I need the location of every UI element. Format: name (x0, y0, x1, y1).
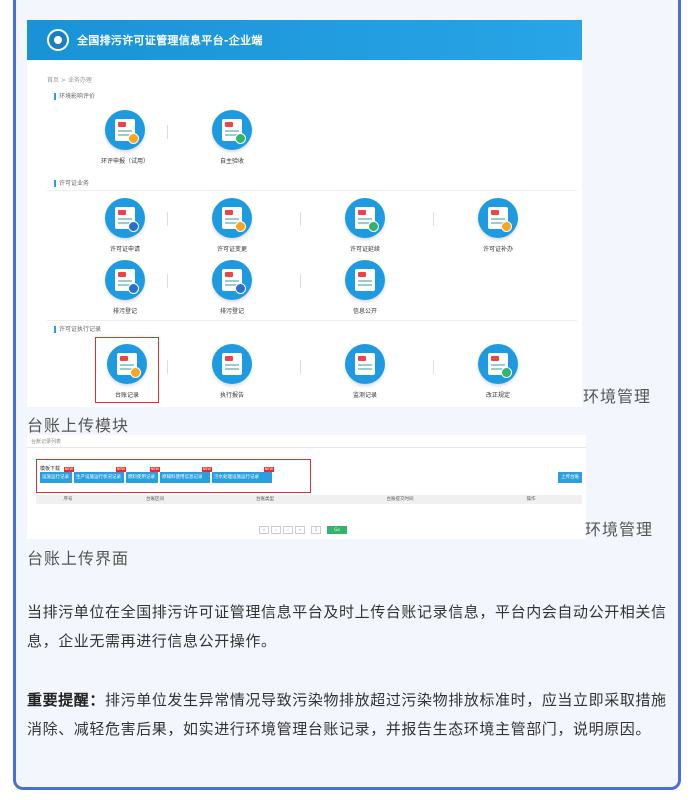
caption2-line1: 环境管理 (585, 520, 654, 539)
next-page-button[interactable]: › (283, 526, 293, 534)
pagination: « ‹ › » 1 Go (259, 526, 347, 534)
tile-eia-declare[interactable]: 环评申报（试用） (80, 110, 170, 165)
section-eia: 环境影响评价 (54, 93, 95, 100)
go-button[interactable]: Go (327, 526, 347, 534)
tile-permit-reissue[interactable]: 许可证补办 (453, 198, 543, 253)
tile-permit-change[interactable]: 许可证变更 (187, 198, 277, 253)
caption1-line2: 台账上传模块 (27, 416, 130, 435)
paragraph-2: 重要提醒：排污单位发生异常情况导致污染物排放超过污染物排放标准时，应当立即采取措… (27, 686, 667, 744)
tile-permit-apply[interactable]: 许可证申请 (80, 198, 170, 253)
tile-permit-renew[interactable]: 许可证延续 (320, 198, 410, 253)
template-download-title: 模板下载 (40, 466, 61, 472)
id-card-icon (212, 260, 252, 300)
section-records: 许可证执行记录 (54, 326, 101, 333)
template-button[interactable]: 原辅料使用信息记录 NEW (160, 467, 212, 483)
certificate-reissue-icon (478, 198, 518, 238)
platform-screenshot: 全国排污许可证管理信息平台-企业端 首页 > 业务办理 环境影响评价 许可证业务… (27, 20, 582, 407)
paragraph-1: 当排污单位在全国排污许可证管理信息平台及时上传台账记录信息，平台内会自动公开相关… (27, 603, 667, 650)
tile-monitoring-record[interactable]: 监测记录 (320, 344, 410, 399)
list-add-icon (105, 260, 145, 300)
divider (47, 320, 577, 321)
question-doc-icon (478, 344, 518, 384)
last-page-button[interactable]: » (295, 526, 305, 534)
certificate-edit-icon (212, 198, 252, 238)
checklist-icon (212, 110, 252, 150)
table-header: 序号 台账区间 台账类型 台账提交时间 操作 (36, 495, 582, 504)
caption2-line2: 台账上传界面 (27, 549, 130, 568)
template-button[interactable]: 燃料使用记录 NEW (126, 467, 160, 483)
template-button[interactable]: 污水处理设施运行记录 NEW (212, 467, 274, 483)
reminder-lead: 重要提醒： (27, 691, 106, 709)
tile-execution-report[interactable]: 执行报告 (187, 344, 277, 399)
breadcrumb[interactable]: 首页 > 业务办理 (47, 75, 92, 84)
divider (47, 190, 577, 191)
news-icon (345, 260, 385, 300)
tile-info-disclosure[interactable]: 信息公开 (320, 260, 410, 315)
caption1-line1: 环境管理 (583, 387, 652, 406)
line-chart-icon (345, 344, 385, 384)
tile-self-acceptance[interactable]: 自主验收 (187, 110, 277, 165)
tile-correction[interactable]: 改正规定 (453, 344, 543, 399)
first-page-button[interactable]: « (259, 526, 269, 534)
reminder-body: 排污单位发生异常情况导致污染物排放超过污染物排放标准时，应当立即采取措施消除、减… (27, 691, 667, 738)
tile-discharge-register[interactable]: 排污登记 (187, 260, 277, 315)
platform-title: 全国排污许可证管理信息平台-企业端 (77, 34, 263, 47)
tile-register[interactable]: 排污登记 (80, 260, 170, 315)
certificate-icon (105, 198, 145, 238)
list-title: 台账记录列表 (31, 439, 62, 445)
template-button[interactable]: 生产设施运行状况记录 NEW (74, 467, 126, 483)
section-permit: 许可证业务 (54, 180, 89, 187)
document-upload-icon (105, 110, 145, 150)
certificate-renew-icon (345, 198, 385, 238)
highlight-box (95, 337, 159, 403)
emblem-icon (47, 29, 69, 51)
upload-ledger-button[interactable]: 上传台账 (558, 472, 582, 483)
template-button[interactable]: 设施运行记录 NEW (40, 467, 74, 483)
page-number-input[interactable]: 1 (311, 526, 321, 534)
ledger-upload-screenshot: 台账记录列表 模板下载 设施运行记录 NEW 生产设施运行状况记录 NEW 燃料使用… (27, 435, 586, 539)
prev-page-button[interactable]: ‹ (271, 526, 281, 534)
report-icon (212, 344, 252, 384)
platform-header: 全国排污许可证管理信息平台-企业端 (27, 20, 582, 60)
